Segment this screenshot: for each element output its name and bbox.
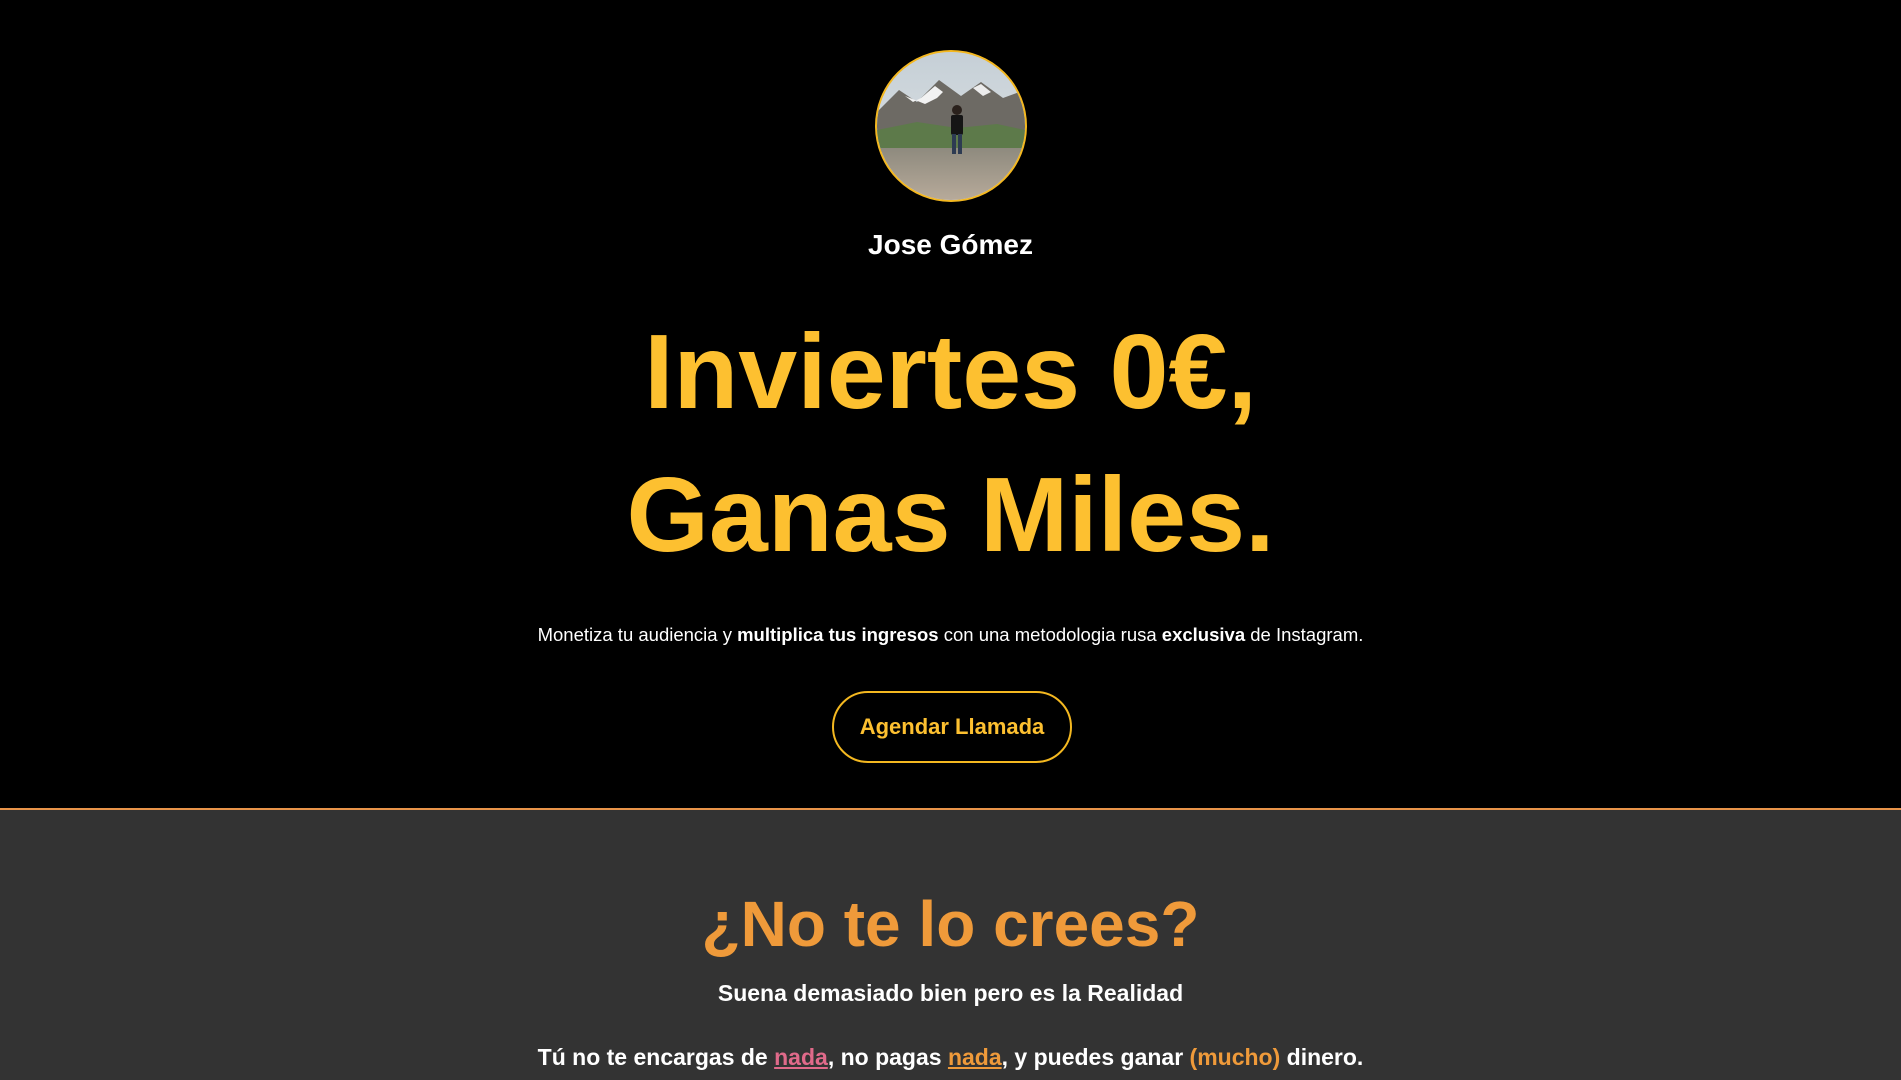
subtitle-text-3: de Instagram. [1245, 624, 1364, 645]
statement-text-4: dinero. [1280, 1044, 1364, 1070]
statement-text-3: , y puedes ganar [1001, 1044, 1190, 1070]
headline-line-2: Ganas Miles. [626, 456, 1275, 574]
schedule-call-button[interactable]: Agendar Llamada [832, 691, 1072, 763]
section-title: ¿No te lo crees? [701, 888, 1200, 960]
hero-section: Jose Gómez Inviertes 0€, Ganas Miles. Mo… [0, 0, 1901, 810]
subtitle-bold-2: exclusiva [1161, 624, 1246, 645]
subtitle-bold-1: multiplica tus ingresos [737, 624, 939, 645]
statement-text-1: Tú no te encargas de [537, 1044, 775, 1070]
subtitle-text-2: con una metodologia rusa [938, 624, 1162, 645]
statement-text-2: , no pagas [827, 1044, 948, 1070]
profile-photo-icon [877, 52, 1025, 200]
nada-link-1[interactable]: nada [774, 1044, 828, 1070]
mucho-highlight: (mucho) [1189, 1044, 1281, 1070]
subtitle-text-1: Monetiza tu audiencia y [537, 624, 738, 645]
nada-link-2[interactable]: nada [948, 1044, 1002, 1070]
section-subtitle: Suena demasiado bien pero es la Realidad [717, 980, 1184, 1006]
profile-name: Jose Gómez [868, 229, 1033, 260]
section-statement: Tú no te encargas de nada, no pagas nada… [0, 1042, 1901, 1072]
headline-line-1: Inviertes 0€, [644, 313, 1257, 431]
proof-section: ¿No te lo crees? Suena demasiado bien pe… [0, 810, 1901, 1080]
avatar [875, 50, 1027, 202]
hero-subtitle: Monetiza tu audiencia y multiplica tus i… [0, 623, 1901, 647]
